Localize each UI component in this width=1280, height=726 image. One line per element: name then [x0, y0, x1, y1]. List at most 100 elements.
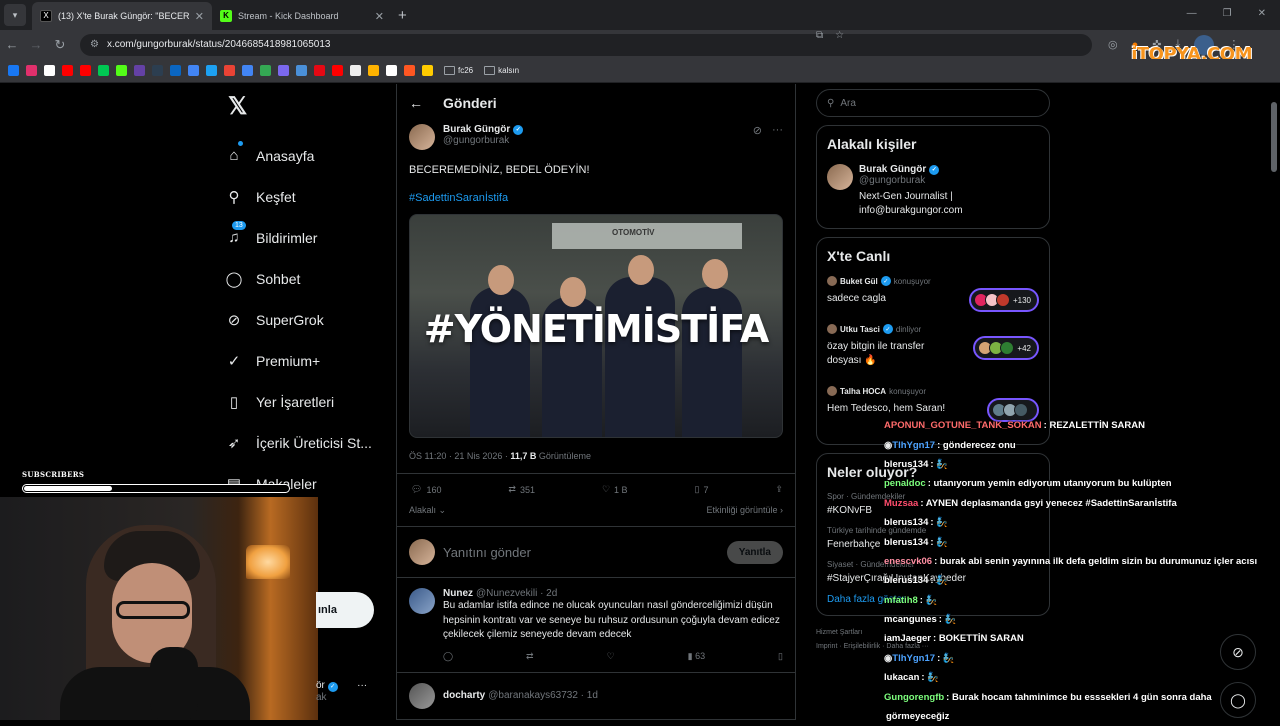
close-tab-icon[interactable]: ✕: [375, 10, 384, 23]
live-space-item[interactable]: Talha HOCA konuşuyor Hem Tedesco, hem Sara…: [827, 386, 1039, 422]
reply-author[interactable]: Nunez: [443, 588, 473, 599]
back-icon[interactable]: ←: [0, 37, 24, 52]
bookmark-favicon-icon[interactable]: [8, 65, 19, 76]
like-button[interactable]: ♡ 1 B: [602, 484, 628, 495]
bookmark-favicon-icon[interactable]: [62, 65, 73, 76]
chat-username: TlhYgn17: [892, 439, 936, 451]
bookmark-favicon-icon[interactable]: [206, 65, 217, 76]
bookmark-favicon-icon[interactable]: [152, 65, 163, 76]
nav-item-4[interactable]: ◯ Sohbet: [224, 258, 394, 299]
post-button[interactable]: ınla: [316, 592, 374, 628]
scrollbar-thumb[interactable]: [1271, 102, 1277, 172]
nav-item-3[interactable]: ♫ 13 Bildirimler: [224, 217, 394, 258]
nav-item-1[interactable]: ⌂ Anasayfa: [224, 135, 394, 176]
minimize-icon[interactable]: —: [1187, 8, 1197, 19]
browser-tab-kick[interactable]: K Stream - Kick Dashboard ✕: [212, 2, 392, 30]
reply-author[interactable]: docharty: [443, 690, 485, 701]
cast-icon[interactable]: ⧉: [816, 30, 823, 41]
new-tab-icon[interactable]: +: [398, 7, 407, 24]
chat-username: blerus134: [884, 575, 929, 587]
heart-icon[interactable]: ♡: [607, 651, 615, 662]
search-input[interactable]: ⚲ Ara: [816, 89, 1050, 117]
listeners-pill[interactable]: +42: [973, 336, 1039, 360]
reply-icon[interactable]: ◯: [443, 651, 453, 662]
nav-item-7[interactable]: ▯ Yer İşaretleri: [224, 381, 394, 422]
back-arrow-icon[interactable]: ←: [409, 95, 423, 111]
avatar[interactable]: [409, 588, 435, 614]
bookmark-favicon-icon[interactable]: [224, 65, 235, 76]
retweet-button[interactable]: ⇄ 351: [508, 484, 535, 495]
grok-icon[interactable]: ⊘: [753, 124, 762, 150]
nav-item-2[interactable]: ⚲ Keşfet: [224, 176, 394, 217]
chat-text: : 🧞: [921, 672, 940, 684]
reply-tweet[interactable]: Nunez @Nunezvekili · 2d Bu adamlar istif…: [397, 578, 795, 673]
bookmark-favicon-icon[interactable]: [80, 65, 91, 76]
avatar[interactable]: [827, 164, 853, 190]
bookmark-favicon-icon[interactable]: [134, 65, 145, 76]
star-icon[interactable]: ☆: [835, 30, 844, 41]
listener-avatar: [1014, 403, 1028, 417]
nav-item-8[interactable]: ➶ İçerik Üreticisi St...: [224, 422, 394, 463]
close-window-icon[interactable]: ✕: [1258, 8, 1266, 19]
bookmark-icon: ▯: [694, 484, 700, 494]
bookmark-favicon-icon[interactable]: [188, 65, 199, 76]
bookmark-folder[interactable]: fc26: [444, 66, 473, 75]
live-space-item[interactable]: Buket Gül ✓ konuşuyor sadece cagla +130: [827, 276, 1039, 312]
bookmark-favicon-icon[interactable]: [404, 65, 415, 76]
reply-tweet[interactable]: docharty @baranakays63732 · 1d: [397, 673, 795, 720]
forward-icon[interactable]: →: [24, 37, 48, 52]
bookmark-favicon-icon[interactable]: [386, 65, 397, 76]
share-icon[interactable]: ⇪: [775, 484, 783, 495]
sort-dropdown[interactable]: Alakalı ⌄: [409, 505, 446, 516]
bookmark-favicon-icon[interactable]: [170, 65, 181, 76]
bookmark-button[interactable]: ▯ 7: [695, 484, 709, 495]
bookmark-favicon-icon[interactable]: [296, 65, 307, 76]
tab-search-button[interactable]: ▾: [4, 4, 26, 26]
bookmark-favicon-icon[interactable]: [314, 65, 325, 76]
bookmark-icon[interactable]: ▯: [778, 651, 783, 662]
close-tab-icon[interactable]: ✕: [195, 10, 204, 23]
author-name[interactable]: Burak Güngör: [443, 124, 510, 135]
bookmark-favicon-icon[interactable]: [350, 65, 361, 76]
hashtag-link[interactable]: #SadettinSaranİstifa: [397, 176, 795, 204]
person-row[interactable]: Burak Güngör ✓ @gungorburak Next-Gen Jour…: [827, 164, 1039, 218]
bookmark-folder[interactable]: kalsın: [484, 66, 519, 75]
nav-label: Sohbet: [256, 270, 301, 287]
bookmark-favicon-icon[interactable]: [278, 65, 289, 76]
more-icon[interactable]: ···: [772, 124, 783, 150]
avatar[interactable]: [409, 124, 435, 150]
nav-item-5[interactable]: ⊘ SuperGrok: [224, 299, 394, 340]
bookmark-favicon-icon[interactable]: [242, 65, 253, 76]
bookmark-favicon-icon[interactable]: [98, 65, 109, 76]
live-space-item[interactable]: Utku Tasci ✓ dinliyor özay bitgin ile trans…: [827, 324, 1039, 368]
reload-icon[interactable]: ↻: [48, 37, 72, 53]
bookmark-favicon-icon[interactable]: [116, 65, 127, 76]
incognito-icon[interactable]: ◎: [1108, 38, 1118, 51]
avatar[interactable]: [409, 682, 435, 709]
x-logo-icon[interactable]: 𝕏: [228, 92, 394, 121]
browser-tab-x[interactable]: X (13) X'te Burak Güngör: "BECER ✕: [32, 2, 212, 30]
view-activity-link[interactable]: Etkinliği görüntüle ›: [706, 505, 783, 516]
reply-submit-button[interactable]: Yanıtla: [726, 540, 783, 564]
url-bar[interactable]: ⚙ x.com/gungorburak/status/2046685418981…: [80, 30, 1092, 56]
listeners-pill[interactable]: +130: [968, 288, 1039, 312]
reply-button[interactable]: 💬︎ 160: [411, 484, 441, 495]
bookmark-favicon-icon[interactable]: [44, 65, 55, 76]
nav-item-6[interactable]: ✓ Premium+: [224, 340, 394, 381]
restore-icon[interactable]: ❐: [1223, 8, 1232, 19]
bookmark-favicon-icon[interactable]: [332, 65, 343, 76]
reply-input[interactable]: Yanıtını gönder: [443, 545, 531, 560]
views-button[interactable]: ▮ 63: [688, 651, 705, 662]
chat-text: : BOKETTİN SARAN: [933, 633, 1024, 645]
retweet-icon[interactable]: ⇄: [526, 651, 534, 662]
avatar: [409, 539, 435, 565]
bookmark-favicon-icon[interactable]: [422, 65, 433, 76]
account-switcher[interactable]: ör ✓ ··· ak: [316, 680, 367, 703]
site-info-icon[interactable]: ⚙: [90, 39, 99, 50]
author-handle[interactable]: @gungorburak: [443, 135, 523, 146]
chat-username: APONUN_GOTUNE_TANK_SOKAN: [884, 420, 1042, 432]
bookmark-favicon-icon[interactable]: [260, 65, 271, 76]
bookmark-favicon-icon[interactable]: [368, 65, 379, 76]
bookmark-favicon-icon[interactable]: [26, 65, 37, 76]
tweet-image[interactable]: OTOMOTİV #YÖNETİMİSTİFA: [409, 214, 783, 438]
